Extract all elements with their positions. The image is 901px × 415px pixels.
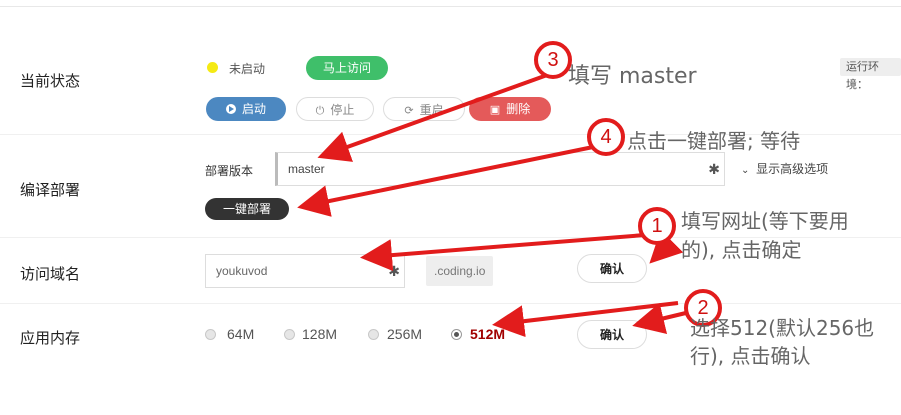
annotation-text-1-line1: 填写网址(等下要用 — [681, 209, 849, 233]
annotation-text-4: 点击一键部署; 等待 — [627, 129, 801, 153]
annotation-badge-4: 4 — [587, 118, 625, 156]
annotation-badge-3: 3 — [534, 41, 572, 79]
arrow-1b — [649, 229, 684, 264]
annotation-badge-1: 1 — [638, 207, 676, 245]
annotation-text-2-line2: 行), 点击确认 — [690, 344, 811, 368]
arrow-4 — [297, 144, 599, 217]
annotation-text-1-line2: 的), 点击确定 — [681, 238, 802, 262]
annotation-text-3: 填写 master — [568, 64, 697, 89]
arrow-1a — [360, 233, 646, 272]
annotation-text-2-line1: 选择512(默认256也 — [690, 316, 875, 340]
arrow-3 — [317, 72, 551, 162]
arrow-2b — [632, 302, 691, 334]
